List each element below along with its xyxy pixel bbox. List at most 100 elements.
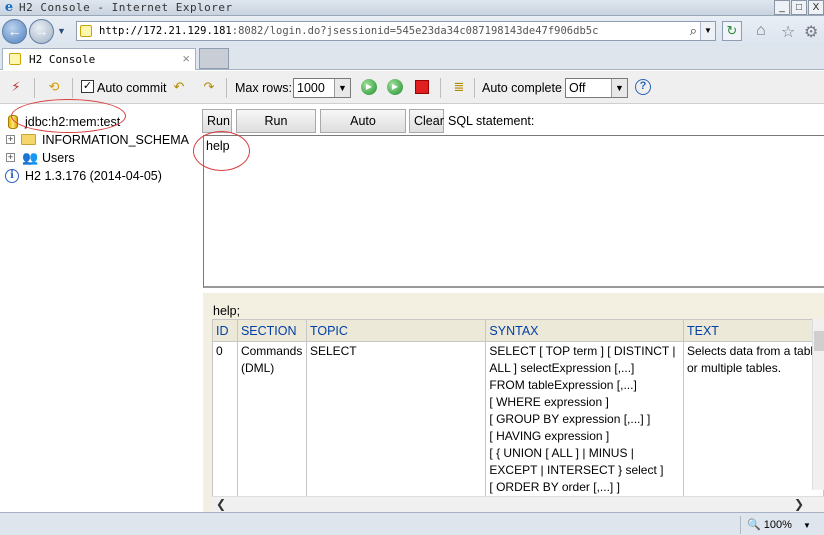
column-header[interactable]: TEXT [683, 319, 824, 342]
result-pane: help; ID SECTION TOPIC SYNTAX TEXT 0 Com… [203, 293, 824, 532]
auto-complete-button[interactable]: Auto complete [320, 109, 406, 150]
folder-icon [21, 134, 36, 145]
sql-editor[interactable]: help [203, 135, 824, 288]
auto-complete-value: Off [569, 81, 586, 95]
scroll-left-icon[interactable]: ❮ [216, 497, 226, 511]
auto-complete-select[interactable]: Off ▼ [565, 78, 628, 98]
address-dropdown-icon[interactable]: ▼ [700, 22, 715, 40]
ie-logo-icon: e [4, 0, 14, 15]
vertical-scrollbar[interactable] [812, 319, 824, 490]
stop-icon[interactable] [415, 80, 429, 94]
tree-item-label[interactable]: INFORMATION_SCHEMA [42, 133, 189, 147]
cell-line: [ WHERE expression ] [489, 395, 609, 409]
tree-version: i H2 1.3.176 (2014-04-05) [0, 167, 200, 185]
horizontal-scrollbar[interactable]: ❮ ❯ [212, 496, 824, 512]
cell-line: [ GROUP BY expression [,...] ] [489, 412, 651, 426]
sql-button-bar: Run Run Selected Auto complete Clear SQL… [202, 105, 824, 150]
minimize-button[interactable]: _ [774, 0, 790, 15]
rollback-icon[interactable]: ↶ [171, 79, 187, 95]
run-button[interactable]: Run [202, 109, 232, 133]
run-play-icon[interactable]: ▶ [361, 79, 377, 95]
address-url[interactable]: http://172.21.129.181:8082/login.do?jses… [99, 25, 598, 37]
favorites-star-icon[interactable]: ☆ [781, 22, 795, 42]
column-header[interactable]: TOPIC [305, 319, 487, 342]
window-title-bar: e H2 Console - Internet Explorer _ □ X [0, 0, 824, 16]
forward-button[interactable]: → [29, 19, 54, 44]
table-header-row: ID SECTION TOPIC SYNTAX TEXT [212, 319, 824, 342]
chevron-down-icon: ▼ [611, 79, 627, 97]
auto-commit-checkbox[interactable]: ✓ [81, 80, 94, 93]
recent-pages-dropdown-icon[interactable]: ▼ [57, 26, 66, 36]
column-header[interactable]: SECTION [236, 319, 307, 342]
close-window-button[interactable]: X [808, 0, 824, 15]
toolbar-separator [226, 78, 227, 98]
cell-line: Commands [240, 344, 303, 358]
maximize-button[interactable]: □ [791, 0, 807, 15]
tab-h2-console[interactable]: H2 Console × [2, 48, 196, 70]
sql-editor-text[interactable]: help [206, 139, 230, 153]
expand-plus-icon[interactable]: + [6, 153, 15, 162]
chevron-down-icon: ▼ [802, 521, 811, 530]
window-title: H2 Console - Internet Explorer [19, 1, 233, 14]
users-icon: 👥 [22, 150, 39, 165]
tree-item-information-schema[interactable]: + INFORMATION_SCHEMA [0, 131, 200, 149]
disconnect-icon[interactable]: ⚡ [8, 79, 24, 95]
toolbar-separator [440, 78, 441, 98]
page-icon [80, 25, 92, 37]
status-bar: 🔍 100% ▼ [0, 512, 824, 535]
column-header[interactable]: SYNTAX [485, 319, 684, 342]
auto-complete-label: Auto complete [482, 81, 562, 95]
tree-item-users[interactable]: + 👥 Users [0, 149, 200, 167]
toolbar-separator [474, 78, 475, 98]
cell-line: [ ORDER BY order [,...] ] [489, 480, 620, 494]
tab-bar: H2 Console × [0, 46, 824, 70]
help-icon[interactable]: ? [635, 79, 651, 95]
database-icon [8, 115, 18, 129]
home-icon[interactable]: ⌂ [756, 22, 766, 40]
clear-button[interactable]: Clear [409, 109, 444, 133]
h2-toolbar: ⚡ ⟲ ✓ Auto commit ↶ ↷ Max rows: 1000 ▼ ▶… [0, 71, 824, 104]
cell-line: [ { UNION [ ALL ] | MINUS | [489, 446, 634, 460]
compatibility-refresh-icon[interactable]: ↻ [722, 21, 742, 41]
settings-gear-icon[interactable]: ⚙ [804, 22, 818, 42]
zoom-control[interactable]: 🔍 100% ▼ [740, 516, 822, 534]
tree-connection[interactable]: jdbc:h2:mem:test [0, 113, 200, 131]
cell-line: EXCEPT | INTERSECT } select ] [489, 463, 664, 477]
max-rows-label: Max rows: [235, 81, 292, 95]
cell-line: [ HAVING expression ] [489, 429, 610, 443]
sql-statement-label: SQL statement: [448, 114, 535, 128]
connection-url[interactable]: jdbc:h2:mem:test [25, 115, 120, 129]
max-rows-value: 1000 [297, 81, 325, 95]
cell-line: or multiple tables. [687, 361, 782, 375]
version-label: H2 1.3.176 (2014-04-05) [25, 169, 162, 183]
cell-line: FROM tableExpression [,...] [489, 378, 637, 392]
tab-close-icon[interactable]: × [182, 51, 190, 66]
scrollbar-thumb[interactable] [814, 331, 824, 351]
schema-tree: jdbc:h2:mem:test + INFORMATION_SCHEMA + … [0, 99, 200, 510]
scroll-right-icon[interactable]: ❯ [794, 497, 804, 511]
expand-plus-icon[interactable]: + [6, 135, 15, 144]
commit-icon[interactable]: ↷ [201, 79, 217, 95]
new-tab-button[interactable] [199, 48, 229, 69]
run-selected-play-icon[interactable]: ▶ [387, 79, 403, 95]
toolbar-separator [34, 78, 35, 98]
cell-line: ALL ] selectExpression [,...] [489, 361, 635, 375]
toolbar-separator [72, 78, 73, 98]
info-icon: i [5, 169, 19, 183]
auto-commit-label: Auto commit [97, 81, 167, 95]
address-bar[interactable]: http://172.21.129.181:8082/login.do?jses… [76, 21, 716, 41]
tab-label: H2 Console [29, 53, 96, 66]
zoom-level: 100% [763, 519, 792, 531]
chevron-down-icon: ▼ [334, 79, 350, 97]
search-icon[interactable]: ⌕ [690, 23, 697, 39]
tree-item-label[interactable]: Users [42, 151, 75, 165]
back-button[interactable]: ← [2, 19, 27, 44]
run-selected-button[interactable]: Run Selected [236, 109, 316, 150]
refresh-icon[interactable]: ⟲ [46, 79, 62, 95]
column-header[interactable]: ID [212, 319, 238, 342]
max-rows-select[interactable]: 1000 ▼ [293, 78, 351, 98]
tab-page-icon [9, 53, 21, 65]
history-icon[interactable]: ≣ [451, 79, 467, 95]
cell-line: Selects data from a tabl [687, 344, 814, 358]
result-query: help; [213, 304, 241, 318]
